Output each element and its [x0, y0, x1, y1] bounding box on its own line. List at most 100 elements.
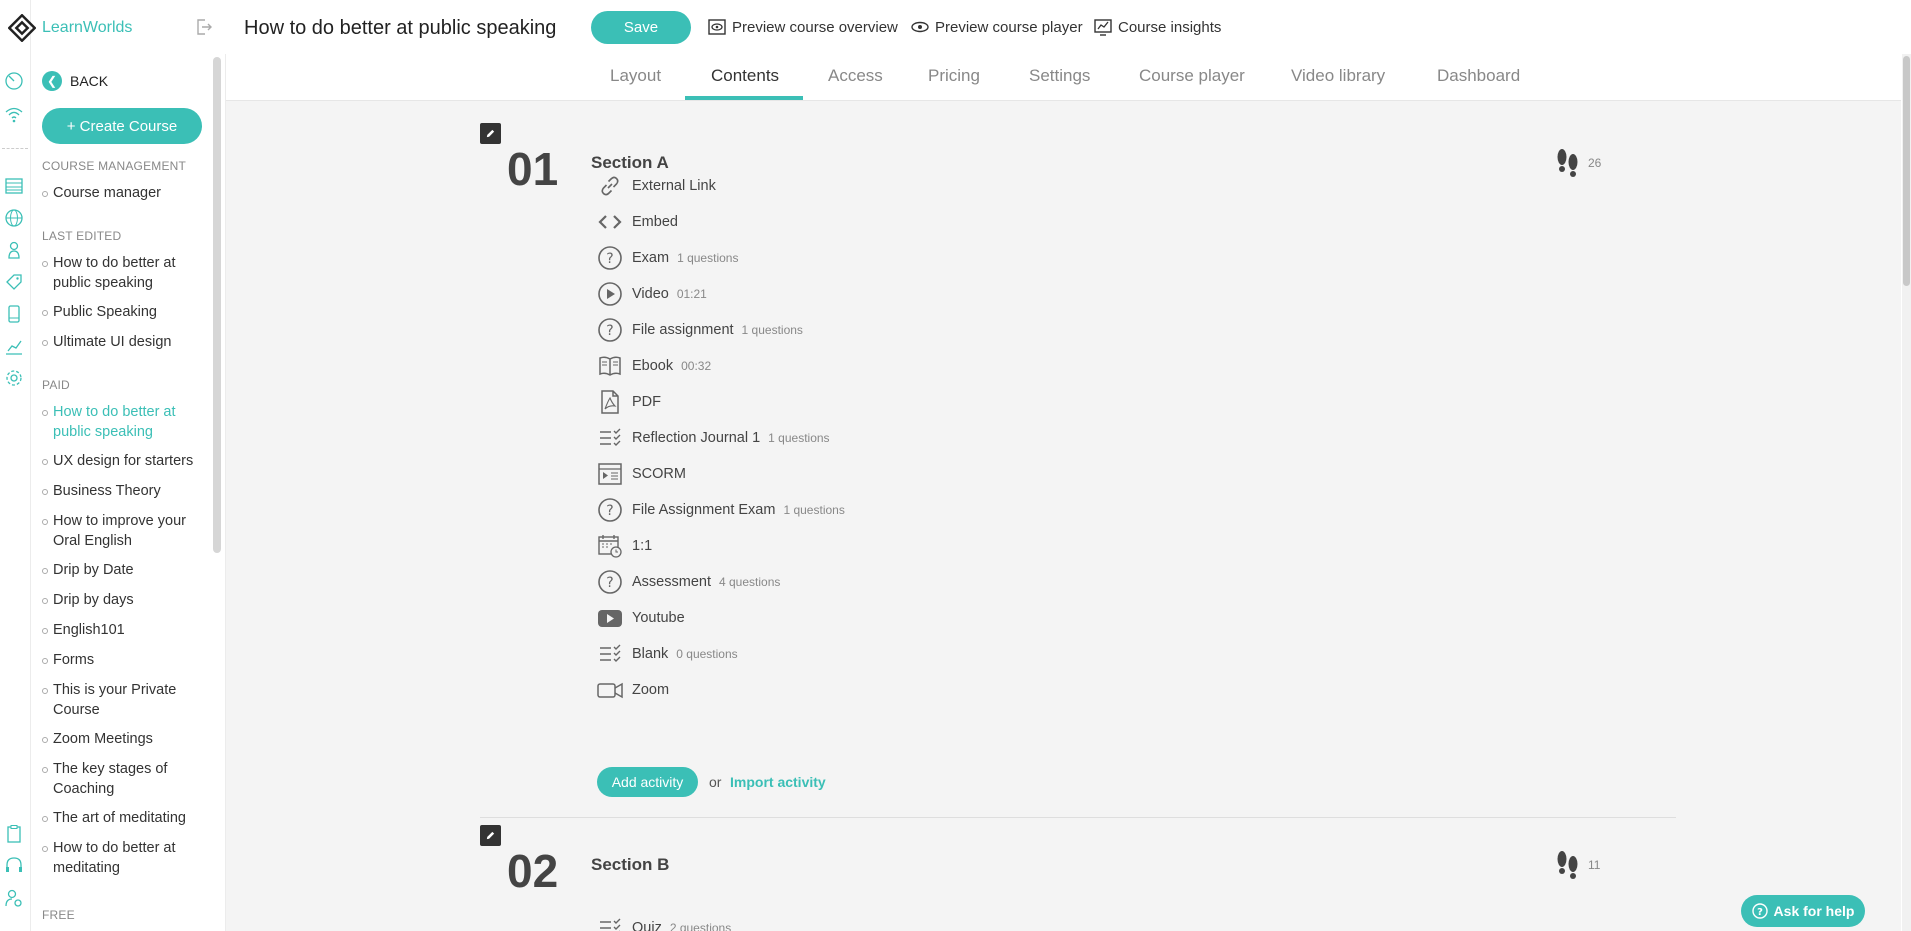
tab-settings[interactable]: Settings	[1029, 66, 1090, 86]
activity-label: SCORM	[632, 466, 686, 482]
sidebar-item-last-edited[interactable]: Public Speaking	[42, 302, 210, 322]
tab-layout[interactable]: Layout	[610, 66, 661, 86]
section-divider	[480, 817, 1676, 818]
steps-count: 11	[1588, 858, 1601, 872]
sidebar-item-paid[interactable]: The key stages of Coaching	[42, 759, 210, 799]
checklist-icon	[596, 424, 624, 452]
globe-icon[interactable]	[4, 208, 24, 228]
preview-eye-icon	[708, 19, 726, 35]
sidebar-item-paid[interactable]: This is your Private Course	[42, 680, 210, 720]
tab-dashboard[interactable]: Dashboard	[1437, 66, 1520, 86]
sidebar-item-paid[interactable]: English101	[42, 620, 210, 640]
edit-section-button[interactable]	[480, 123, 501, 144]
activity-video[interactable]: Video 01:21	[596, 280, 707, 308]
section-title[interactable]: Section B	[591, 855, 669, 875]
logout-icon[interactable]	[194, 17, 214, 37]
sidebar-item-paid[interactable]: Business Theory	[42, 481, 210, 501]
insights-chart-icon	[1094, 19, 1112, 36]
activity-pdf[interactable]: PDF	[596, 388, 661, 416]
camera-icon	[596, 676, 624, 704]
headset-icon[interactable]	[4, 856, 24, 876]
user-settings-icon[interactable]	[4, 888, 24, 908]
activity-label: Quiz	[632, 920, 662, 931]
sidebar-item-paid[interactable]: Forms	[42, 650, 210, 670]
section-number: 01	[507, 143, 559, 195]
activity-zoom[interactable]: Zoom	[596, 676, 669, 704]
gear-icon[interactable]	[4, 368, 24, 388]
activity-label: Ebook	[632, 358, 674, 374]
sidebar-item-last-edited[interactable]: Ultimate UI design	[42, 332, 210, 352]
sidebar-item-paid[interactable]: Zoom Meetings	[42, 729, 210, 749]
sidebar-item-paid[interactable]: Drip by days	[42, 590, 210, 610]
pdf-icon	[596, 388, 624, 416]
section-title[interactable]: Section A	[591, 153, 669, 173]
activity-reflection-journal[interactable]: Reflection Journal 1 1 questions	[596, 424, 830, 452]
ask-for-help-button[interactable]: ? Ask for help	[1741, 895, 1865, 927]
tab-course-player[interactable]: Course player	[1139, 66, 1245, 86]
activity-ebook[interactable]: Ebook 00:32	[596, 352, 711, 380]
edit-section-button[interactable]	[480, 825, 501, 846]
activity-file-assignment-exam[interactable]: ? File Assignment Exam 1 questions	[596, 496, 845, 524]
rail-divider	[2, 148, 28, 149]
course-sidebar: ❮ BACK + Create Course COURSE MANAGEMENT…	[30, 54, 210, 931]
svg-text:?: ?	[606, 323, 613, 339]
or-label: or	[709, 774, 722, 790]
learnworlds-logo-icon	[8, 14, 36, 42]
gauge-icon[interactable]	[4, 71, 24, 91]
preview-course-player-link[interactable]: Preview course player	[911, 18, 1083, 36]
main-scrollbar-thumb[interactable]	[1903, 56, 1910, 286]
activity-quiz[interactable]: Quiz 2 questions	[596, 914, 731, 931]
user-icon[interactable]	[4, 240, 24, 260]
main-scrollbar[interactable]	[1902, 54, 1911, 931]
eye-icon	[911, 21, 929, 33]
mobile-icon[interactable]	[4, 304, 24, 324]
sidebar-item-paid[interactable]: UX design for starters	[42, 451, 210, 471]
tab-video-library[interactable]: Video library	[1291, 66, 1385, 86]
sidebar-item-paid[interactable]: Drip by Date	[42, 560, 210, 580]
sidebar-item-paid[interactable]: How to do better at meditating	[42, 838, 210, 878]
wifi-icon[interactable]	[4, 104, 24, 124]
tag-icon[interactable]	[4, 272, 24, 292]
sidebar-item-paid-active[interactable]: How to do better at public speaking	[42, 402, 210, 442]
activity-assessment[interactable]: ? Assessment 4 questions	[596, 568, 780, 596]
svg-text:?: ?	[606, 251, 613, 267]
import-activity-link[interactable]: Import activity	[730, 774, 826, 790]
sidebar-item-course-manager[interactable]: Course manager	[42, 183, 210, 203]
activity-youtube[interactable]: Youtube	[596, 604, 685, 632]
activity-file-assignment[interactable]: ? File assignment 1 questions	[596, 316, 803, 344]
course-insights-link[interactable]: Course insights	[1094, 18, 1221, 36]
sidebar-item-paid[interactable]: The art of meditating	[42, 808, 210, 828]
activity-exam[interactable]: ? Exam 1 questions	[596, 244, 738, 272]
create-course-button[interactable]: + Create Course	[42, 108, 202, 144]
book-icon	[596, 352, 624, 380]
tab-bar: Layout Contents Access Pricing Settings …	[226, 54, 1901, 101]
analytics-icon[interactable]	[4, 336, 24, 356]
question-icon: ?	[596, 316, 624, 344]
activity-label: Youtube	[632, 610, 685, 626]
question-icon: ?	[596, 496, 624, 524]
sidebar-scrollbar[interactable]	[213, 57, 221, 553]
save-button[interactable]: Save	[591, 11, 691, 44]
brand-logo[interactable]: LearnWorlds	[8, 12, 132, 44]
back-button[interactable]: ❮ BACK	[42, 71, 108, 91]
activity-external-link[interactable]: External Link	[596, 172, 716, 200]
preview-course-overview-link[interactable]: Preview course overview	[708, 18, 898, 36]
category-last-edited: LAST EDITED	[42, 229, 122, 243]
list-icon[interactable]	[4, 176, 24, 196]
activity-embed[interactable]: Embed	[596, 208, 678, 236]
activity-label: Reflection Journal 1	[632, 430, 761, 446]
activity-blank[interactable]: Blank 0 questions	[596, 640, 738, 668]
tab-contents[interactable]: Contents	[711, 66, 779, 86]
add-activity-button[interactable]: Add activity	[597, 767, 698, 797]
sidebar-item-last-edited[interactable]: How to do better at public speaking	[42, 253, 210, 293]
code-icon	[596, 208, 624, 236]
clipboard-icon[interactable]	[4, 824, 24, 844]
sidebar-item-paid[interactable]: How to improve your Oral English	[42, 511, 210, 551]
course-insights-label: Course insights	[1118, 18, 1222, 36]
activity-one-on-one[interactable]: 1:1	[596, 532, 652, 560]
activity-scorm[interactable]: SCORM	[596, 460, 686, 488]
steps-count: 26	[1588, 156, 1602, 170]
tab-access[interactable]: Access	[828, 66, 883, 86]
tab-pricing[interactable]: Pricing	[928, 66, 980, 86]
pencil-icon	[486, 831, 495, 840]
